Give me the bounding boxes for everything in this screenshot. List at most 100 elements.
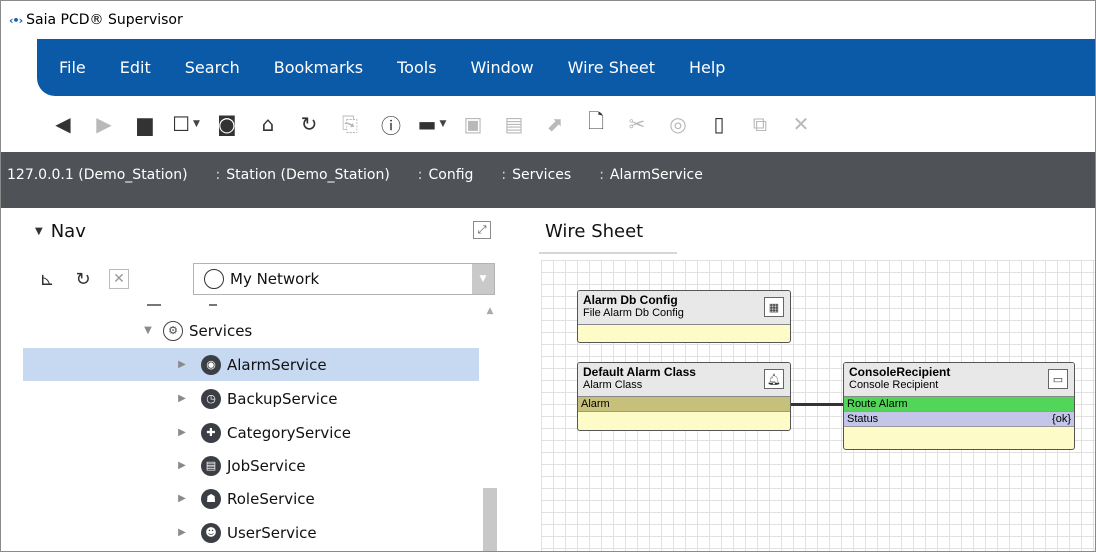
component-console-recipient[interactable]: ConsoleRecipient Console Recipient ▭ Rou… — [843, 362, 1075, 450]
copy-icon: ◎ — [669, 112, 687, 136]
component-type: File Alarm Db Config — [583, 307, 684, 319]
info-button[interactable]: ⓘ — [373, 106, 409, 142]
slot-route-alarm[interactable]: Route Alarm — [844, 397, 1074, 412]
slot-label: Status — [847, 413, 879, 425]
breadcrumb-separator: : — [599, 167, 604, 183]
duplicate-button[interactable]: ⧉ — [742, 106, 778, 142]
nav-tree: ▼ ⚙ Services ▶ ◉ AlarmService ▶ ◷ Backup… — [23, 298, 479, 551]
menu-wire-sheet[interactable]: Wire Sheet — [568, 58, 655, 77]
open-button[interactable]: ▬ ▼ — [414, 106, 450, 142]
collapsed-triangle-icon[interactable]: ▶ — [175, 393, 189, 404]
slot-label: Route Alarm — [847, 398, 908, 410]
up-level-button[interactable]: ▆ — [127, 106, 163, 142]
export-button[interactable]: ⬈ — [537, 106, 573, 142]
refresh-button[interactable]: ↻ — [291, 106, 327, 142]
tree-item-jobservice[interactable]: ▶ ▤ JobService — [23, 449, 479, 482]
tree-item-services[interactable]: ▼ ⚙ Services — [23, 314, 479, 347]
collapsed-triangle-icon[interactable]: ▶ — [175, 460, 189, 471]
database-icon: ▦ — [764, 297, 784, 317]
chevron-down-icon: ▼ — [193, 119, 200, 129]
network-select[interactable]: My Network ▼ — [193, 263, 495, 295]
tree-item-roleservice[interactable]: ▶ ☗ RoleService — [23, 482, 479, 515]
forward-arrow-icon: ▶ — [96, 112, 112, 136]
tree-scrollbar-thumb[interactable] — [483, 488, 497, 551]
hyperlink-button[interactable]: ⎘ — [332, 106, 368, 142]
station-button[interactable]: ◙ — [209, 106, 245, 142]
tree-item-categoryservice[interactable]: ▶ ✚ CategoryService — [23, 416, 479, 449]
view-select-button[interactable]: ☐ ▼ — [168, 106, 204, 142]
home-button[interactable]: ⌂ — [250, 106, 286, 142]
breadcrumb-station[interactable]: Station (Demo_Station) — [226, 167, 390, 183]
chevron-down-icon: ▼ — [439, 119, 447, 129]
menu-tools[interactable]: Tools — [397, 58, 436, 77]
user-service-icon: ☻ — [201, 522, 221, 543]
backup-service-icon: ◷ — [201, 388, 221, 409]
tree-item-backupservice[interactable]: ▶ ◷ BackupService — [23, 382, 479, 415]
collapsed-triangle-icon[interactable]: ▶ — [175, 527, 189, 538]
tree-item-alarmservice[interactable]: ▶ ◉ AlarmService — [23, 348, 479, 381]
export-icon: ⬈ — [546, 112, 564, 136]
breadcrumb-services[interactable]: Services — [512, 167, 571, 183]
back-arrow-icon: ◀ — [55, 112, 71, 136]
tree-item-label: RoleService — [227, 489, 315, 508]
delete-button[interactable]: ✕ — [783, 106, 819, 142]
scroll-up-icon[interactable]: ▲ — [481, 306, 499, 318]
tree-item-userservice[interactable]: ▶ ☻ UserService — [23, 516, 479, 549]
menu-file[interactable]: File — [59, 58, 86, 77]
chevron-down-icon[interactable]: ▼ — [472, 264, 494, 294]
component-default-alarm-class[interactable]: Default Alarm Class Alarm Class 🔔︎ Alarm — [577, 362, 791, 431]
paste-button[interactable]: ▯ — [701, 106, 737, 142]
menu-bookmarks[interactable]: Bookmarks — [274, 58, 363, 77]
tab-label: Wire Sheet — [545, 220, 644, 242]
menu-edit[interactable]: Edit — [120, 58, 151, 77]
menu-help[interactable]: Help — [689, 58, 725, 77]
tree-item-label: UserService — [227, 523, 317, 542]
save-icon: ▣ — [463, 112, 483, 136]
category-service-icon: ✚ — [201, 422, 221, 443]
component-header: ConsoleRecipient Console Recipient ▭ — [844, 363, 1074, 397]
document-icon: 🗋 — [587, 109, 605, 133]
copy-button[interactable]: ◎ — [660, 106, 696, 142]
close-icon: ✕ — [792, 112, 810, 136]
menu-search[interactable]: Search — [185, 58, 240, 77]
save-button[interactable]: ▣ — [455, 106, 491, 142]
menu-window[interactable]: Window — [471, 58, 534, 77]
breadcrumb-alarmservice[interactable]: AlarmService — [610, 167, 703, 183]
refresh-icon: ↻ — [300, 112, 318, 136]
wiresheet-canvas[interactable]: Alarm Db Config File Alarm Db Config ▦ D… — [541, 260, 1095, 551]
tab-underline — [539, 252, 677, 254]
breadcrumb-config[interactable]: Config — [429, 167, 474, 183]
collapsed-triangle-icon[interactable]: ▶ — [175, 427, 189, 438]
maximize-icon[interactable]: ⤢ — [473, 221, 491, 239]
monitor-alarm-icon: ▭ — [1048, 369, 1068, 389]
component-alarm-db-config[interactable]: Alarm Db Config File Alarm Db Config ▦ — [577, 290, 791, 343]
back-button[interactable]: ◀ — [45, 106, 81, 142]
duplicate-icon: ⧉ — [752, 112, 768, 136]
component-name: Default Alarm Class — [583, 365, 696, 379]
save-all-icon: ▤ — [504, 112, 524, 136]
tree-item-label: BackupService — [227, 389, 338, 408]
cut-button[interactable]: ✂ — [619, 106, 655, 142]
network-select-value: My Network — [230, 270, 320, 288]
new-doc-button[interactable]: 🗋 — [578, 106, 614, 142]
link-wire[interactable] — [791, 403, 843, 406]
collapsed-triangle-icon[interactable]: ▶ — [175, 493, 189, 504]
component-type: Console Recipient — [849, 379, 939, 391]
save-all-button[interactable]: ▤ — [496, 106, 532, 142]
breadcrumb: 127.0.0.1 (Demo_Station) : Station (Demo… — [1, 152, 1095, 198]
forward-button[interactable]: ▶ — [86, 106, 122, 142]
slot-alarm[interactable]: Alarm — [578, 397, 790, 412]
expanded-triangle-icon[interactable]: ▼ — [141, 325, 155, 336]
component-header: Default Alarm Class Alarm Class 🔔︎ — [578, 363, 790, 397]
collapsed-triangle-icon[interactable]: ▶ — [175, 359, 189, 370]
slot-status[interactable]: Status {ok} — [844, 412, 1074, 427]
nav-header: ▼ Nav ⤢ — [23, 208, 499, 254]
refresh-icon[interactable]: ↻ — [69, 265, 97, 293]
breadcrumb-separator: : — [215, 167, 221, 183]
breadcrumb-host[interactable]: 127.0.0.1 (Demo_Station) — [7, 167, 188, 183]
tab-wire-sheet[interactable]: Wire Sheet — [539, 208, 649, 254]
job-service-icon: ▤ — [201, 455, 221, 476]
collapse-icon[interactable]: ▼ — [35, 226, 43, 237]
nav-tree-icon[interactable]: ⊾ — [33, 265, 61, 293]
close-icon[interactable]: ✕ — [109, 269, 129, 289]
